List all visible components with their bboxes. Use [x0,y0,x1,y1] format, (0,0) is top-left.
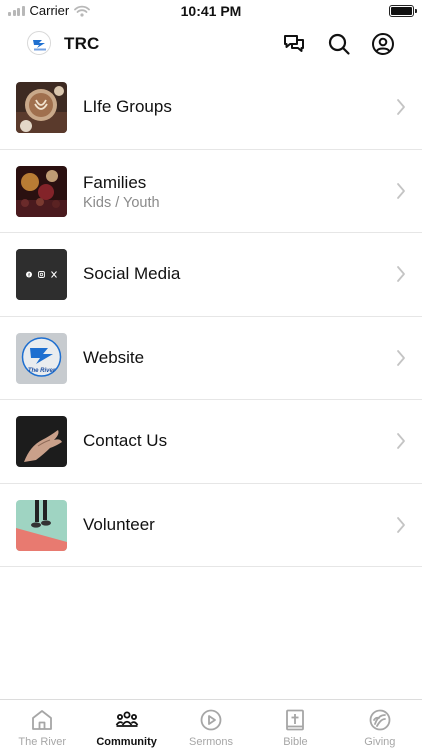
chevron-right-icon [397,266,405,282]
concert-lights-thumbnail [16,165,67,217]
list-item-families[interactable]: Families Kids / Youth [0,150,422,233]
list-item-title: Contact Us [83,431,168,450]
the-river-logo-thumbnail: The River [16,332,67,384]
tab-bible[interactable]: Bible [253,700,337,750]
community-list: LIfe Groups Families Kids / Youth f Soci… [0,66,422,567]
tab-label: The River [18,736,67,748]
bible-icon [286,709,305,731]
tab-community[interactable]: Community [84,700,168,750]
list-item-title: Social Media [83,264,181,283]
chat-icon[interactable] [281,31,307,57]
list-item-social-media[interactable]: f Social Media [0,233,422,317]
tab-the-river[interactable]: The River [0,700,84,750]
open-hand-thumbnail [16,416,67,467]
app-title: TRC [64,34,100,53]
shoes-thumbnail [16,499,67,551]
church-logo-icon [27,31,51,55]
list-item-contact-us[interactable]: Contact Us [0,400,422,484]
list-item-life-groups[interactable]: LIfe Groups [0,66,422,150]
tab-label: Bible [283,736,308,748]
list-item-subtitle: Kids / Youth [83,194,160,211]
chevron-right-icon [397,182,405,199]
list-item-title: Website [83,347,145,367]
the-river-logo-text: The River [28,368,56,374]
list-item-website[interactable]: The River Website [0,317,422,400]
list-item-title: LIfe Groups [83,97,172,116]
list-item-title: Volunteer [83,514,155,534]
chevron-right-icon [397,433,405,449]
tab-label: Giving [364,736,396,748]
tab-label: Community [96,736,157,748]
bottom-tab-bar: The River Community Sermons Bible Giving [0,699,422,750]
list-item-title: Families [83,172,147,192]
search-icon[interactable] [326,31,352,57]
people-icon [115,711,138,727]
status-bar: Carrier 10:41 PM [0,0,422,22]
chevron-right-icon [397,99,405,115]
status-time: 10:41 PM [180,3,242,19]
social-media-thumbnail: f [16,249,67,300]
tab-label: Sermons [189,736,234,748]
giving-icon [369,709,391,731]
play-icon [200,709,222,731]
battery-icon [389,5,417,17]
home-icon [32,710,53,730]
tab-giving[interactable]: Giving [338,700,422,750]
profile-icon[interactable] [370,31,396,57]
app-header: TRC [0,22,422,66]
chevron-right-icon [397,516,405,533]
coffee-cups-thumbnail [16,82,67,133]
tab-sermons[interactable]: Sermons [169,700,253,750]
chevron-right-icon [397,349,405,366]
list-item-volunteer[interactable]: Volunteer [0,484,422,567]
